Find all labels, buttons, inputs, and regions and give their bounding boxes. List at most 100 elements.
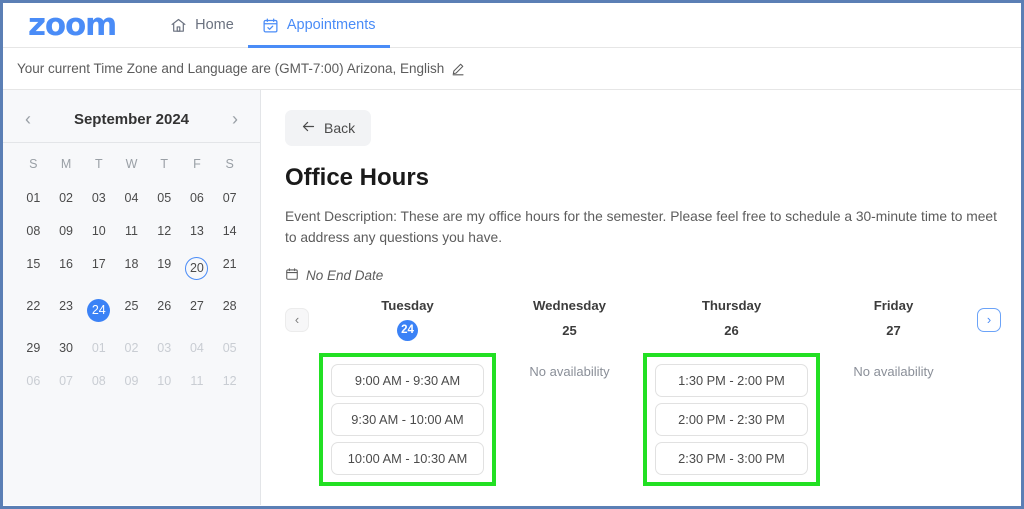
- calendar-day: 07: [50, 367, 83, 395]
- nav-tab-appointments[interactable]: Appointments: [247, 3, 390, 48]
- calendar-day[interactable]: 05: [148, 184, 181, 212]
- calendar-day[interactable]: 28: [213, 292, 246, 329]
- calendar-day[interactable]: 26: [148, 292, 181, 329]
- calendar-day-number: 09: [59, 224, 74, 238]
- back-button[interactable]: Back: [285, 110, 372, 146]
- calendar-day[interactable]: 23: [50, 292, 83, 329]
- calendar-day-number: 28: [222, 299, 237, 313]
- calendar-month-title: September 2024: [73, 110, 190, 128]
- calendar-day-header: T: [160, 157, 169, 171]
- calendar-day-number: 04: [189, 341, 204, 355]
- page-body: ‹ September 2024 › S M T W T F S 01 02 03 04 05 06 07…: [3, 90, 1021, 505]
- time-slot-button[interactable]: 1:30 PM - 2:00 PM: [655, 363, 808, 397]
- calendar-day-number: 03: [157, 341, 172, 355]
- calendar-day-number: 20: [185, 257, 209, 280]
- day-column-name: Friday: [873, 297, 914, 313]
- day-column-date-number: 25: [562, 323, 577, 339]
- calendar-header: ‹ September 2024 ›: [3, 102, 260, 143]
- calendar-day[interactable]: 12: [148, 217, 181, 245]
- calendar-day[interactable]: 18: [115, 250, 148, 287]
- calendar-day[interactable]: 15: [17, 250, 50, 287]
- nav-tab-home[interactable]: Home: [156, 3, 248, 48]
- day-column-date-number: 27: [886, 323, 901, 339]
- calendar-day-number: 12: [222, 374, 237, 388]
- calendar-day[interactable]: 06: [181, 184, 214, 212]
- calendar-prev-month-button[interactable]: ‹: [21, 110, 35, 128]
- nav-tab-home-label: Home: [195, 17, 234, 33]
- calendar-day[interactable]: 30: [50, 334, 83, 362]
- calendar-day[interactable]: 01: [17, 184, 50, 212]
- calendar-day: 08: [82, 367, 115, 395]
- next-week-button[interactable]: ›: [977, 307, 1001, 332]
- calendar-day[interactable]: 21: [213, 250, 246, 287]
- calendar-day[interactable]: 11: [115, 217, 148, 245]
- calendar-day-number: 25: [124, 299, 139, 313]
- zoom-logo: zoom: [28, 6, 117, 43]
- calendar-day[interactable]: 07: [213, 184, 246, 212]
- calendar-day-number: 03: [91, 191, 106, 205]
- main-content: Back Office Hours Event Description: The…: [261, 90, 1021, 505]
- calendar-day: 03: [148, 334, 181, 362]
- calendar-day[interactable]: 22: [17, 292, 50, 329]
- pencil-icon[interactable]: [451, 62, 465, 76]
- calendar-day[interactable]: 08: [17, 217, 50, 245]
- calendar-day[interactable]: 04: [115, 184, 148, 212]
- sidebar-calendar-panel: ‹ September 2024 › S M T W T F S 01 02 03 04 05 06 07…: [3, 90, 261, 505]
- time-slot-button[interactable]: 2:00 PM - 2:30 PM: [655, 402, 808, 436]
- calendar-day[interactable]: 10: [82, 217, 115, 245]
- timezone-language-text: Your current Time Zone and Language are …: [17, 61, 445, 76]
- time-slot-button[interactable]: 9:00 AM - 9:30 AM: [331, 363, 484, 397]
- day-column-date: 26: [643, 320, 820, 342]
- time-slot-button[interactable]: 9:30 AM - 10:00 AM: [331, 402, 484, 436]
- calendar-day: 02: [115, 334, 148, 362]
- day-columns: Tuesday 24 9:00 AM - 9:30 AM 9:30 AM - 10:0…: [309, 298, 977, 486]
- end-date-row: No End Date: [285, 267, 1001, 284]
- day-column-date: 25: [496, 320, 643, 342]
- calendar-day: 01: [82, 334, 115, 362]
- calendar-day[interactable]: 02: [50, 184, 83, 212]
- calendar-day-selected[interactable]: 24: [82, 292, 115, 329]
- calendar-day-number: 11: [190, 374, 204, 388]
- no-availability-label: No availability: [529, 363, 610, 379]
- calendar-next-month-button[interactable]: ›: [228, 110, 242, 128]
- calendar-day-number: 14: [222, 224, 237, 238]
- calendar-day: 10: [148, 367, 181, 395]
- calendar-day-number: 19: [157, 257, 172, 271]
- nav-tab-appointments-label: Appointments: [286, 17, 376, 33]
- calendar-day[interactable]: 03: [82, 184, 115, 212]
- calendar-day-number: 08: [91, 374, 106, 388]
- calendar-day[interactable]: 29: [17, 334, 50, 362]
- time-slot-button[interactable]: 2:30 PM - 3:00 PM: [655, 441, 808, 475]
- previous-week-button[interactable]: ‹: [285, 307, 309, 332]
- calendar-day-number: 24: [87, 299, 111, 322]
- calendar-day[interactable]: 16: [50, 250, 83, 287]
- page-title: Office Hours: [285, 164, 430, 191]
- calendar-day-header: F: [193, 157, 201, 171]
- zoom-appointments-page: zoom Home Appointments Your current Time…: [0, 0, 1024, 509]
- calendar-day-number: 22: [26, 299, 41, 313]
- calendar-day[interactable]: 09: [50, 217, 83, 245]
- time-slot-button[interactable]: 10:00 AM - 10:30 AM: [331, 441, 484, 475]
- day-column: Friday 27 No availability: [820, 298, 967, 486]
- calendar-day-number: 06: [189, 191, 204, 205]
- calendar-day-number: 02: [59, 191, 74, 205]
- calendar-day-number: 13: [189, 224, 204, 238]
- calendar-day[interactable]: 27: [181, 292, 214, 329]
- availability-week-strip: ‹ Tuesday 24 9:00 AM - 9:30 AM 9:30 AM - 10…: [285, 298, 1001, 486]
- calendar-day-header: T: [94, 157, 103, 171]
- calendar-day-number: 10: [91, 224, 106, 238]
- time-slot-list-highlighted: 1:30 PM - 2:00 PM 2:00 PM - 2:30 PM 2:30 P…: [643, 352, 820, 486]
- no-availability-label: No availability: [853, 363, 934, 379]
- calendar-day[interactable]: 25: [115, 292, 148, 329]
- calendar-day[interactable]: 17: [82, 250, 115, 287]
- day-column-date-number: 26: [724, 323, 739, 339]
- calendar-day[interactable]: 19: [148, 250, 181, 287]
- calendar-day-number: 26: [157, 299, 172, 313]
- day-column-name: Tuesday: [381, 297, 434, 313]
- calendar-day-today[interactable]: 20: [181, 250, 214, 287]
- calendar-day-number: 05: [222, 341, 237, 355]
- calendar-day[interactable]: 13: [181, 217, 214, 245]
- calendar-day[interactable]: 14: [213, 217, 246, 245]
- top-navigation-bar: zoom Home Appointments: [3, 3, 1021, 48]
- calendar-day: 05: [213, 334, 246, 362]
